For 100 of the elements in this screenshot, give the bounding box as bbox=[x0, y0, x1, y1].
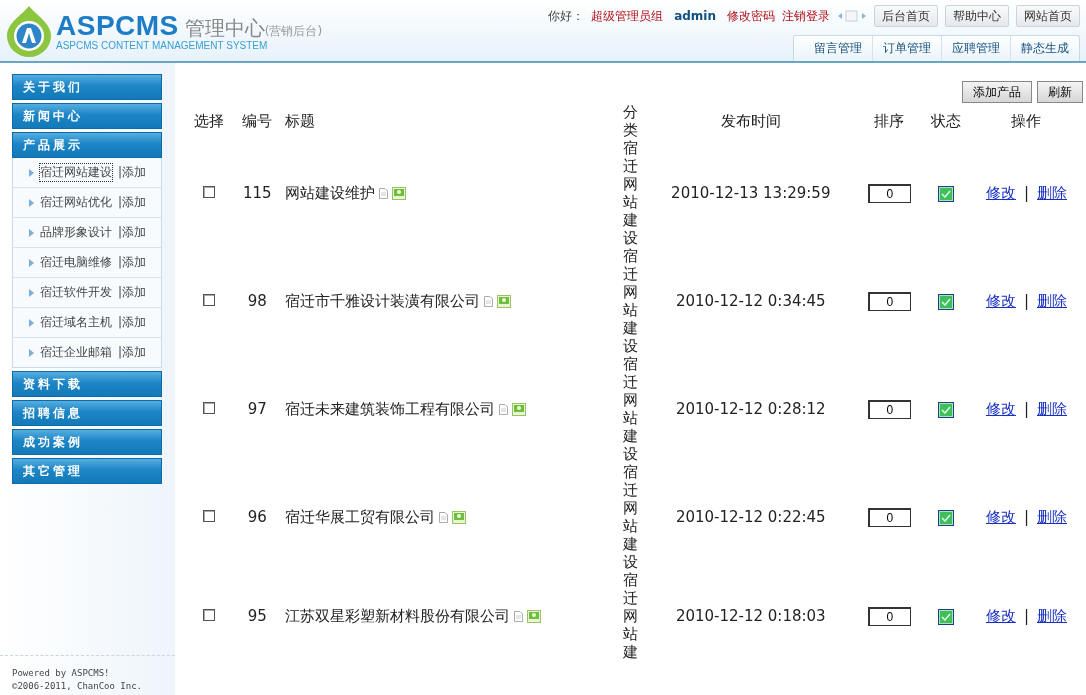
header-button[interactable]: 网站首页 bbox=[1016, 5, 1080, 27]
document-icon bbox=[484, 295, 494, 307]
column-header: 操作 bbox=[1011, 111, 1042, 130]
separator: | bbox=[1023, 606, 1029, 625]
row-checkbox[interactable] bbox=[203, 609, 216, 621]
nav-tab[interactable]: 应聘管理 bbox=[941, 36, 1010, 61]
footer-text: ©2006-2011, ChanCoo Inc. bbox=[12, 681, 144, 691]
logo-title: 管理中心 bbox=[184, 15, 265, 41]
document-icon bbox=[439, 511, 449, 523]
submenu-link[interactable]: 宿迁电脑维修 bbox=[40, 254, 112, 271]
add-link[interactable]: |添加 bbox=[118, 284, 147, 301]
toolbar-button[interactable]: 添加产品 bbox=[962, 81, 1032, 103]
menu-section[interactable]: 产品展示 bbox=[12, 132, 162, 158]
header-link[interactable]: 注销登录 bbox=[782, 7, 830, 25]
time-cell: 2010-12-12 0:22:45 bbox=[675, 508, 826, 526]
order-input[interactable]: 0 bbox=[867, 606, 911, 626]
menu-section[interactable]: 成功案例 bbox=[12, 429, 162, 455]
order-input[interactable]: 0 bbox=[867, 507, 911, 527]
triangle-icon bbox=[29, 318, 34, 327]
order-input[interactable]: 0 bbox=[867, 399, 911, 419]
toolbar-button[interactable]: 刷新 bbox=[1037, 81, 1083, 103]
add-link[interactable]: |添加 bbox=[118, 254, 147, 271]
image-icon bbox=[452, 510, 467, 524]
logo-tagline: ASPCMS CONTENT MANAGEMENT SYSTEM bbox=[56, 40, 269, 51]
action-link[interactable]: 删除 bbox=[1037, 507, 1067, 526]
action-link[interactable]: 删除 bbox=[1037, 183, 1067, 202]
logo-subtitle: (营销后台) bbox=[264, 24, 323, 40]
status-checkbox[interactable] bbox=[937, 294, 954, 310]
document-icon bbox=[514, 610, 524, 622]
add-link[interactable]: |添加 bbox=[118, 164, 147, 181]
action-link[interactable]: 修改 bbox=[985, 507, 1016, 526]
user-group: 超级管理员组 bbox=[591, 7, 664, 25]
submenu-link[interactable]: 宿迁网站建设 bbox=[40, 164, 112, 181]
add-link[interactable]: |添加 bbox=[118, 194, 147, 211]
category-cell: 宿迁网站建 bbox=[623, 571, 639, 661]
row-checkbox[interactable] bbox=[203, 186, 216, 198]
document-icon bbox=[379, 187, 389, 199]
add-link[interactable]: |添加 bbox=[118, 224, 147, 241]
action-link[interactable]: 修改 bbox=[985, 399, 1016, 418]
add-link[interactable]: |添加 bbox=[118, 344, 147, 361]
id-cell: 96 bbox=[247, 508, 267, 526]
document-icon bbox=[499, 403, 509, 415]
category-cell: 宿迁网站建设 bbox=[623, 247, 639, 355]
separator: | bbox=[1023, 291, 1029, 310]
triangle-icon bbox=[29, 198, 34, 207]
order-input[interactable]: 0 bbox=[867, 291, 911, 311]
row-checkbox[interactable] bbox=[203, 294, 216, 306]
logo-icon bbox=[6, 4, 52, 57]
action-link[interactable]: 修改 bbox=[985, 606, 1016, 625]
submenu-link[interactable]: 宿迁网站优化 bbox=[40, 194, 112, 211]
image-icon bbox=[527, 609, 542, 623]
triangle-icon bbox=[29, 258, 34, 267]
time-cell: 2010-12-12 0:28:12 bbox=[675, 400, 826, 418]
checkmark-icon bbox=[940, 406, 951, 414]
image-icon bbox=[497, 294, 512, 308]
row-checkbox[interactable] bbox=[203, 402, 216, 414]
time-cell: 2010-12-12 0:18:03 bbox=[675, 607, 826, 625]
order-input[interactable]: 0 bbox=[867, 183, 911, 203]
checkmark-icon bbox=[940, 298, 951, 306]
category-cell: 宿迁网站建设 bbox=[623, 355, 639, 463]
logo-name: ASPCMS bbox=[56, 10, 179, 41]
title-cell: 网站建设维护 bbox=[285, 183, 376, 203]
title-cell: 宿迁市千雅设计装潢有限公司 bbox=[285, 291, 481, 311]
add-link[interactable]: |添加 bbox=[118, 314, 147, 331]
status-checkbox[interactable] bbox=[937, 186, 954, 202]
triangle-icon bbox=[29, 348, 34, 357]
submenu-link[interactable]: 宿迁域名主机 bbox=[40, 314, 112, 331]
submenu-link[interactable]: 宿迁企业邮箱 bbox=[40, 344, 112, 361]
username: admin bbox=[674, 9, 716, 23]
menu-section[interactable]: 其它管理 bbox=[12, 458, 162, 484]
status-checkbox[interactable] bbox=[937, 510, 954, 526]
action-link[interactable]: 删除 bbox=[1037, 291, 1067, 310]
nav-tab[interactable]: 留言管理 bbox=[794, 36, 872, 61]
category-cell: 宿迁网站建设 bbox=[623, 463, 639, 571]
title-cell: 宿迁未来建筑装饰工程有限公司 bbox=[285, 399, 496, 419]
id-cell: 97 bbox=[247, 400, 267, 418]
header-link[interactable]: 修改密码 bbox=[727, 7, 775, 25]
action-link[interactable]: 删除 bbox=[1037, 399, 1067, 418]
submenu-link[interactable]: 宿迁软件开发 bbox=[40, 284, 112, 301]
checkmark-icon bbox=[940, 613, 951, 621]
menu-section[interactable]: 招聘信息 bbox=[12, 400, 162, 426]
id-cell: 115 bbox=[243, 184, 272, 202]
action-link[interactable]: 修改 bbox=[985, 291, 1016, 310]
status-checkbox[interactable] bbox=[937, 609, 954, 625]
separator: | bbox=[1023, 399, 1029, 418]
menu-section[interactable]: 新闻中心 bbox=[12, 103, 162, 129]
action-link[interactable]: 修改 bbox=[985, 183, 1016, 202]
row-checkbox[interactable] bbox=[203, 510, 216, 522]
header-button[interactable]: 后台首页 bbox=[874, 5, 938, 27]
status-checkbox[interactable] bbox=[937, 402, 954, 418]
menu-section[interactable]: 关于我们 bbox=[12, 74, 162, 100]
menu-section[interactable]: 资料下载 bbox=[12, 371, 162, 397]
nav-tab[interactable]: 订单管理 bbox=[872, 36, 941, 61]
image-icon bbox=[512, 402, 527, 416]
nav-tab[interactable]: 静态生成 bbox=[1010, 36, 1079, 61]
action-link[interactable]: 删除 bbox=[1037, 606, 1067, 625]
submenu-link[interactable]: 品牌形象设计 bbox=[40, 224, 112, 241]
triangle-icon bbox=[29, 288, 34, 297]
category-cell: 宿迁网站建设 bbox=[623, 139, 639, 247]
header-button[interactable]: 帮助中心 bbox=[945, 5, 1009, 27]
